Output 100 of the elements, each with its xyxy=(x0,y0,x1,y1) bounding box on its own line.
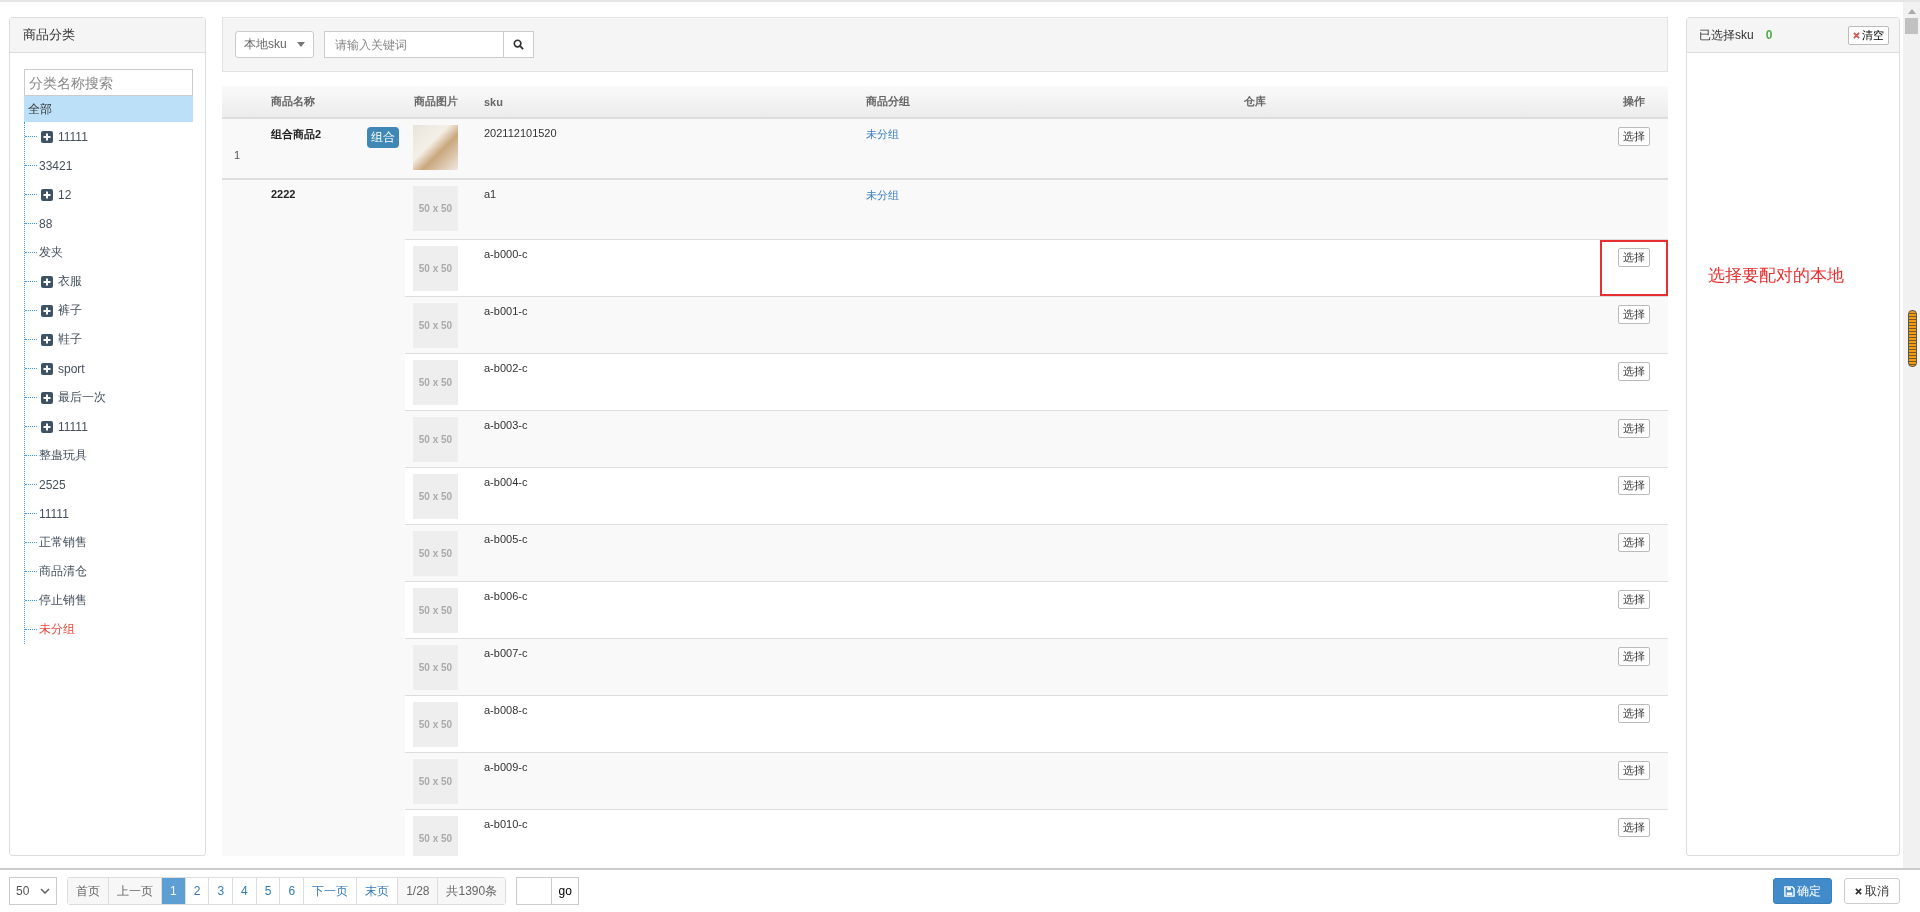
plus-icon[interactable] xyxy=(41,188,53,201)
product-name: 2222 xyxy=(271,188,296,200)
placeholder-label: 50 x 50 xyxy=(418,434,453,445)
sku-code: a-b010-c xyxy=(484,818,528,830)
select-button[interactable]: 选择 xyxy=(1618,704,1650,723)
tree-item[interactable]: 鞋子 xyxy=(58,331,82,348)
placeholder-label: 50 x 50 xyxy=(418,491,453,502)
search-button[interactable] xyxy=(503,31,534,58)
sku-code: a-b006-c xyxy=(484,590,528,602)
plus-icon[interactable] xyxy=(41,333,53,346)
combo-badge: 组合 xyxy=(367,127,399,148)
sku-code: 202112101520 xyxy=(484,127,557,139)
plus-icon[interactable] xyxy=(41,391,53,404)
tree-item[interactable]: 88 xyxy=(39,216,53,231)
sku-code: a1 xyxy=(484,188,497,200)
tree-item[interactable]: 正常销售 xyxy=(39,534,87,551)
tree-item[interactable]: 商品清仓 xyxy=(39,563,87,580)
scrollbar[interactable] xyxy=(1903,2,1920,868)
confirm-button[interactable]: 确定 xyxy=(1773,878,1832,904)
select-button[interactable]: 选择 xyxy=(1618,419,1650,438)
save-icon xyxy=(1784,885,1795,897)
select-button[interactable]: 选择 xyxy=(1618,476,1650,495)
page-link[interactable]: 3 xyxy=(208,878,233,904)
sku-code: a-b009-c xyxy=(484,761,528,773)
select-button[interactable]: 选择 xyxy=(1618,305,1650,324)
page-size-dropdown[interactable]: 50 xyxy=(9,877,57,905)
tree-item[interactable]: 衣服 xyxy=(58,273,82,290)
plus-icon[interactable] xyxy=(41,275,53,288)
tree-item[interactable]: 11111 xyxy=(58,129,88,144)
tree-item[interactable]: 11111 xyxy=(39,506,69,521)
page-link[interactable]: 2 xyxy=(184,878,209,904)
tree-item[interactable]: 33421 xyxy=(39,158,73,173)
scroll-thumb[interactable] xyxy=(1905,18,1918,34)
page-number-field[interactable] xyxy=(516,877,552,905)
clear-button[interactable]: 清空 xyxy=(1848,25,1889,45)
tree-item[interactable]: 裤子 xyxy=(58,302,82,319)
panel-title: 商品分类 xyxy=(23,26,75,44)
select-button[interactable]: 选择 xyxy=(1618,818,1650,837)
tree-item[interactable]: 发夹 xyxy=(39,244,63,261)
search-icon xyxy=(512,39,524,50)
select-button[interactable]: 选择 xyxy=(1618,647,1650,666)
plus-icon[interactable] xyxy=(41,362,53,375)
page-info: 1/28 xyxy=(397,878,438,904)
tree-item[interactable]: 2525 xyxy=(39,477,66,492)
close-icon xyxy=(1853,31,1860,39)
sku-code: a-b002-c xyxy=(484,362,528,374)
column-header: sku xyxy=(484,95,503,108)
grip-handle[interactable] xyxy=(1908,310,1917,367)
sku-code: a-b008-c xyxy=(484,704,528,716)
select-button[interactable]: 选择 xyxy=(1618,248,1650,267)
close-icon xyxy=(1855,887,1862,895)
page-link[interactable]: 下一页 xyxy=(303,878,357,904)
photo-placeholder xyxy=(413,125,458,170)
sku-code: a-b001-c xyxy=(484,305,528,317)
select-button[interactable]: 选择 xyxy=(1618,761,1650,780)
select-button[interactable]: 选择 xyxy=(1618,362,1650,381)
tree-item[interactable]: 12 xyxy=(58,187,72,202)
placeholder-label: 50 x 50 xyxy=(418,719,453,730)
placeholder-label: 50 x 50 xyxy=(418,833,453,844)
select-button[interactable]: 选择 xyxy=(1618,127,1650,146)
select-button[interactable]: 选择 xyxy=(1618,533,1650,552)
annotation-text: 选择要配对的本地 xyxy=(1708,265,1844,287)
tree-item[interactable]: 最后一次 xyxy=(58,389,106,406)
column-header: 商品名称 xyxy=(271,95,315,107)
select-button[interactable]: 选择 xyxy=(1618,590,1650,609)
tree-item[interactable]: 11111 xyxy=(58,419,88,434)
column-header: 商品分组 xyxy=(866,95,910,107)
tree-item[interactable]: 停止销售 xyxy=(39,592,87,609)
row-number: 1 xyxy=(234,149,241,161)
plus-icon[interactable] xyxy=(41,304,53,317)
keyword-field[interactable]: 请输入关键词 xyxy=(323,31,504,58)
caret-icon xyxy=(296,42,305,47)
column-header: 操作 xyxy=(1623,95,1645,107)
go-button[interactable]: go xyxy=(551,877,580,905)
cancel-button[interactable]: 取消 xyxy=(1844,878,1900,904)
group-link[interactable]: 未分组 xyxy=(866,128,899,140)
plus-icon[interactable] xyxy=(41,420,53,433)
placeholder-label: 50 x 50 xyxy=(418,320,453,331)
page-link[interactable]: 6 xyxy=(279,878,304,904)
sku-code: a-b003-c xyxy=(484,419,528,431)
page-link[interactable]: 4 xyxy=(232,878,256,904)
product-name: 组合商品2 xyxy=(271,127,322,142)
placeholder-label: 50 x 50 xyxy=(418,776,453,787)
group-link[interactable]: 未分组 xyxy=(866,189,899,201)
sku-code: a-b004-c xyxy=(484,476,528,488)
tree-item[interactable]: sport xyxy=(58,361,85,376)
column-header: 商品图片 xyxy=(414,95,458,107)
page-link[interactable]: 5 xyxy=(255,878,280,904)
plus-icon[interactable] xyxy=(41,130,53,143)
tree-item[interactable]: 整蛊玩具 xyxy=(39,447,87,464)
sku-code: a-b007-c xyxy=(484,647,528,659)
column-header: 仓库 xyxy=(1244,95,1266,107)
tree-item[interactable]: 未分组 xyxy=(39,621,75,638)
sku-code: a-b005-c xyxy=(484,533,528,545)
placeholder-label: 50 x 50 xyxy=(418,548,453,559)
search-field[interactable]: 分类名称搜索 xyxy=(24,69,193,96)
placeholder-label: 50 x 50 xyxy=(418,203,453,214)
search-type-dropdown[interactable]: 本地sku xyxy=(235,31,314,58)
tree-item[interactable]: 全部 xyxy=(24,96,193,122)
chevron-icon xyxy=(40,888,50,894)
